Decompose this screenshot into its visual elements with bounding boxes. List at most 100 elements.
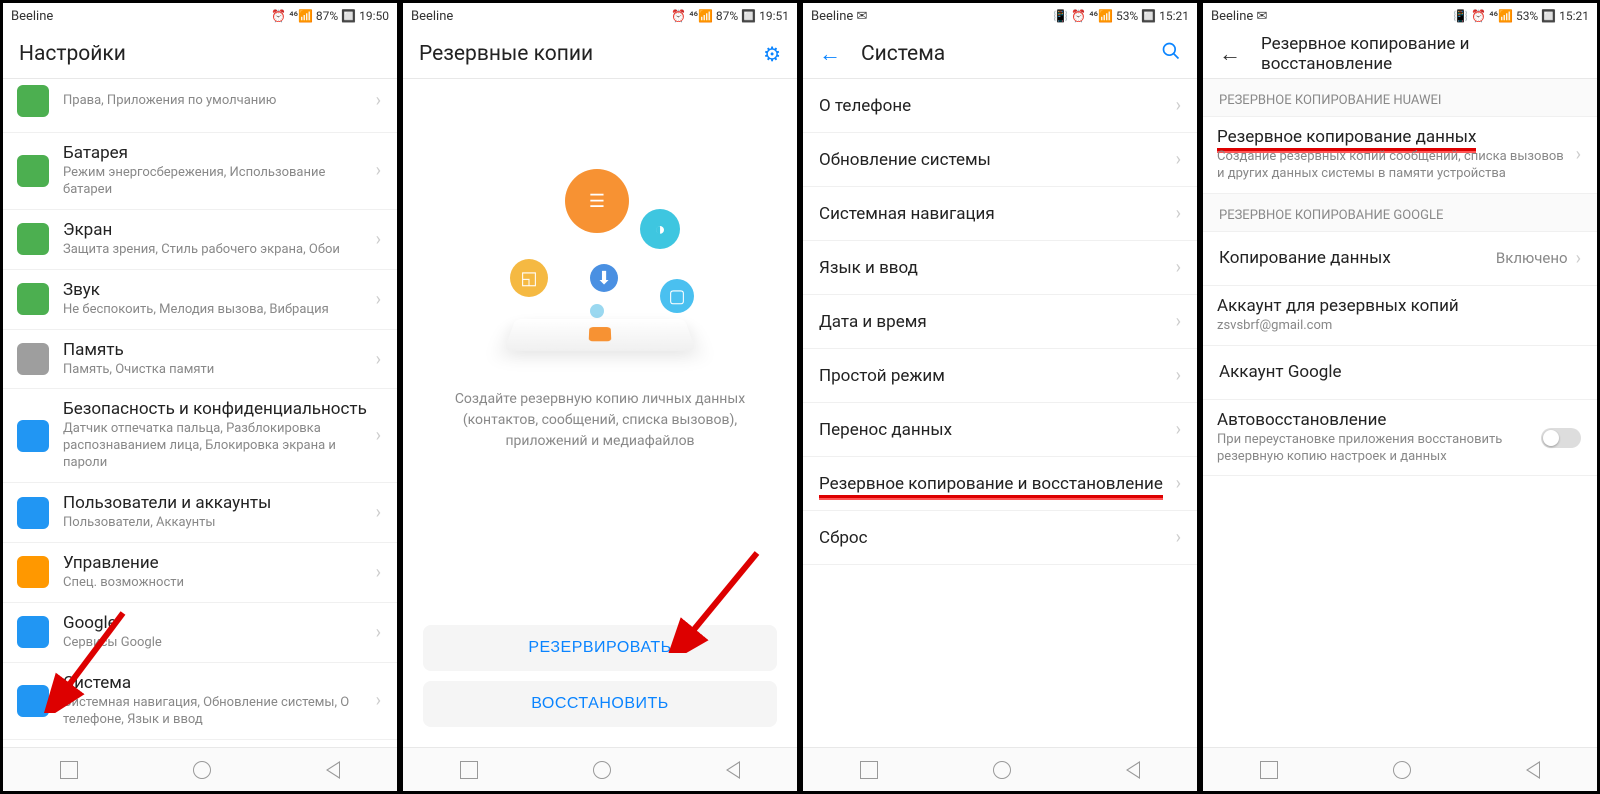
system-item[interactable]: Перенос данных› [803, 403, 1197, 457]
restore-button[interactable]: ВОССТАНОВИТЬ [423, 681, 777, 727]
item-label: Простой режим [819, 366, 1168, 386]
settings-item[interactable]: Права, Приложения по умолчанию› [3, 79, 397, 133]
item-copy-data[interactable]: Копирование данных Включено › [1203, 232, 1597, 286]
chevron-right-icon: › [376, 349, 381, 370]
dot-icon [590, 304, 604, 318]
nav-home-button[interactable] [1393, 761, 1411, 779]
settings-item[interactable]: ПамятьПамять, Очистка памяти› [3, 330, 397, 390]
back-arrow-icon[interactable]: ← [1219, 41, 1241, 67]
back-arrow-icon[interactable]: ← [819, 41, 841, 67]
system-item[interactable]: Сброс› [803, 511, 1197, 565]
status-bar: Beeline ✉ 📳 ⏰ ⁴⁶📶 53% 🔲 15:21 [803, 3, 1197, 29]
system-item[interactable]: Системная навигация› [803, 187, 1197, 241]
item-icon [17, 556, 49, 588]
usb-icon: ⬇ [590, 264, 618, 292]
nav-recent-button[interactable] [860, 761, 878, 779]
system-item[interactable]: Дата и время› [803, 295, 1197, 349]
item-backup-account[interactable]: Аккаунт для резервных копий zsvsbrf@gmai… [1203, 286, 1597, 346]
item-backup-data[interactable]: Резервное копирование данных Создание ре… [1203, 117, 1597, 194]
settings-item[interactable]: ЭкранЗащита зрения, Стиль рабочего экран… [3, 210, 397, 270]
item-label: Аккаунт для резервных копий [1217, 296, 1581, 316]
status-bar: Beeline ⏰ ⁴⁶📶 87% 🔲 19:50 [3, 3, 397, 29]
chevron-right-icon: › [1176, 419, 1181, 440]
item-subtitle: Датчик отпечатка пальца, Разблокировка р… [63, 421, 368, 472]
chevron-right-icon: › [1176, 95, 1181, 116]
section-huawei: РЕЗЕРВНОЕ КОПИРОВАНИЕ HUAWEI [1203, 79, 1597, 117]
chevron-right-icon: › [376, 622, 381, 643]
item-autorestore[interactable]: Автовосстановление При переустановке при… [1203, 400, 1597, 477]
header: Настройки [3, 29, 397, 79]
chevron-right-icon: › [376, 229, 381, 250]
nav-recent-button[interactable] [460, 761, 478, 779]
settings-item[interactable]: БатареяРежим энергосбережения, Использов… [3, 133, 397, 210]
chevron-right-icon: › [1576, 248, 1581, 269]
screen-backup: Beeline ⏰ ⁴⁶📶 87% 🔲 19:51 Резервные копи… [400, 0, 800, 794]
nav-home-button[interactable] [193, 761, 211, 779]
cloud-icon: ◑ [640, 209, 680, 249]
system-item[interactable]: Простой режим › [803, 349, 1197, 403]
screen-backup-restore: Beeline ✉ 📳 ⏰ ⁴⁶📶 53% 🔲 15:21 ← Резервно… [1200, 0, 1600, 794]
sd-icon: ◱ [510, 259, 548, 297]
system-item[interactable]: Резервное копирование и восстановление› [803, 457, 1197, 511]
item-label: Обновление системы [819, 150, 1168, 170]
nav-home-button[interactable] [593, 761, 611, 779]
settings-item[interactable]: Безопасность и конфиденциальностьДатчик … [3, 389, 397, 483]
settings-item[interactable]: GoogleСервисы Google› [3, 603, 397, 663]
nav-back-button[interactable] [326, 761, 340, 779]
item-label: Пользователи и аккаунты [63, 493, 368, 513]
chevron-right-icon: › [376, 502, 381, 523]
gear-icon[interactable]: ⚙ [763, 42, 781, 66]
item-value: Включено [1496, 249, 1568, 267]
carrier: Beeline ✉ [811, 9, 867, 24]
status-right: 📳 ⏰ ⁴⁶📶 53% 🔲 15:21 [1053, 9, 1189, 23]
settings-list: Права, Приложения по умолчанию›БатареяРе… [3, 79, 397, 747]
item-label: Безопасность и конфиденциальность [63, 399, 368, 419]
settings-item[interactable]: Пользователи и аккаунты Пользователи, Акк… [3, 483, 397, 543]
settings-item[interactable]: СистемаСистемная навигация, Обновление с… [3, 663, 397, 740]
item-subtitle: Права, Приложения по умолчанию [63, 93, 368, 110]
item-label: Резервное копирование данных [1217, 127, 1476, 151]
nav-back-button[interactable] [1526, 761, 1540, 779]
item-icon [17, 420, 49, 452]
settings-item[interactable]: ЗвукНе беспокоить, Мелодия вызова, Вибра… [3, 270, 397, 330]
item-label: Язык и ввод [819, 258, 1168, 278]
item-subtitle: Пользователи, Аккаунты [63, 515, 368, 532]
chevron-right-icon: › [376, 425, 381, 446]
search-icon[interactable] [1161, 41, 1181, 66]
system-item[interactable]: О телефоне› [803, 79, 1197, 133]
nav-back-button[interactable] [1126, 761, 1140, 779]
item-label: Google [63, 613, 368, 633]
settings-item[interactable]: УправлениеСпец. возможности› [3, 543, 397, 603]
chevron-right-icon: › [376, 690, 381, 711]
nav-recent-button[interactable] [60, 761, 78, 779]
item-subtitle: Создание резервных копий сообщений, спис… [1217, 149, 1568, 183]
page-title: Резервные копии [419, 42, 593, 66]
backup-button[interactable]: РЕЗЕРВИРОВАТЬ [423, 625, 777, 671]
system-item[interactable]: Язык и ввод › [803, 241, 1197, 295]
chevron-right-icon: › [1176, 365, 1181, 386]
item-label: Управление [63, 553, 368, 573]
nav-back-button[interactable] [726, 761, 740, 779]
item-google-account[interactable]: Аккаунт Google [1203, 346, 1597, 400]
item-subtitle: Память, Очистка памяти [63, 362, 368, 379]
status-right: ⏰ ⁴⁶📶 87% 🔲 19:50 [271, 9, 389, 23]
chevron-right-icon: › [1176, 257, 1181, 278]
status-bar: Beeline ⏰ ⁴⁶📶 87% 🔲 19:51 [403, 3, 797, 29]
autorestore-toggle[interactable] [1541, 428, 1581, 448]
chevron-right-icon: › [376, 562, 381, 583]
page-title: Резервное копирование и восстановление [1261, 34, 1581, 74]
nav-home-button[interactable] [993, 761, 1011, 779]
item-label: Система [63, 673, 368, 693]
nav-recent-button[interactable] [1260, 761, 1278, 779]
item-subtitle: Не беспокоить, Мелодия вызова, Вибрация [63, 302, 368, 319]
item-icon [17, 685, 49, 717]
storage-icon: ☰ [565, 169, 629, 233]
backup-restore-list: РЕЗЕРВНОЕ КОПИРОВАНИЕ HUAWEI Резервное к… [1203, 79, 1597, 747]
header: Резервные копии ⚙ [403, 29, 797, 79]
chevron-right-icon: › [1176, 311, 1181, 332]
backup-description: Создайте резервную копию личных данных (… [403, 389, 797, 452]
device-icon: ▢ [660, 279, 694, 313]
item-icon [17, 283, 49, 315]
screen-system: Beeline ✉ 📳 ⏰ ⁴⁶📶 53% 🔲 15:21 ← Система … [800, 0, 1200, 794]
system-item[interactable]: Обновление системы› [803, 133, 1197, 187]
